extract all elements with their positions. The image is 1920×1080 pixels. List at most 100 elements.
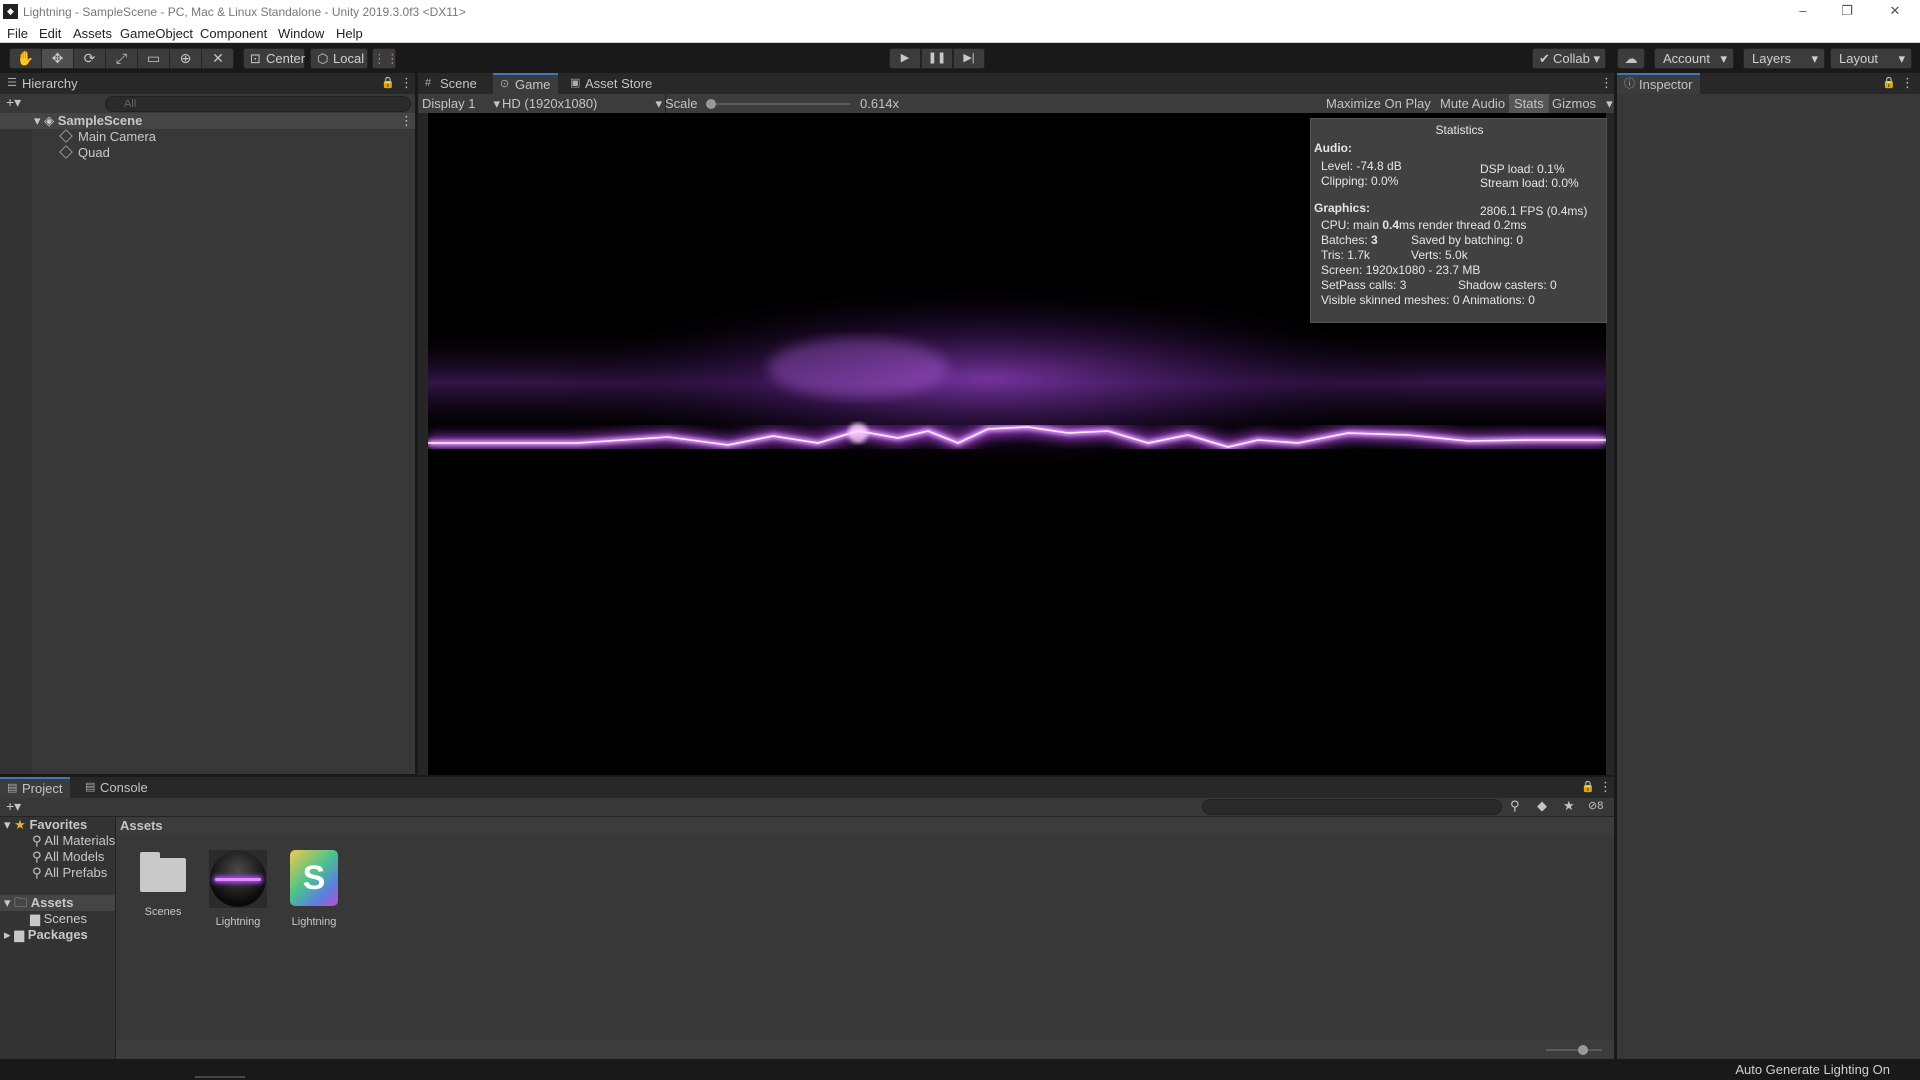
game-view-toolbar: Display 1 ▾ HD (1920x1080) ▾ Scale 0.614x … — [418, 94, 1614, 113]
play-icon[interactable]: ▶ — [889, 48, 921, 69]
asset-item[interactable]: Scenes — [128, 850, 198, 918]
layers-dropdown[interactable]: Layers ▾ — [1743, 48, 1825, 69]
asset-label: Scenes — [144, 906, 182, 918]
favorite-item[interactable]: ⚲ All Models — [32, 849, 104, 865]
gameobject-icon — [59, 145, 73, 159]
project-panel: +▾ ⚲ ◆ ★ ⊘8 ▾ ★ Favorites ⚲ All Material… — [0, 798, 1614, 1059]
add-icon[interactable]: +▾ — [6, 798, 21, 815]
tab-scene[interactable]: # Scene — [418, 73, 485, 94]
gameobject-icon — [59, 129, 73, 143]
stats-skinned: Visible skinned meshes: 0 Animations: 0 — [1321, 293, 1535, 307]
kebab-menu-icon[interactable]: ⋮ — [1901, 75, 1914, 91]
hand-tool-icon[interactable]: ✋ — [10, 49, 42, 68]
add-icon[interactable]: +▾ — [6, 94, 21, 111]
menu-gameobject[interactable]: GameObject — [120, 26, 193, 41]
restore-icon[interactable]: ❐ — [1827, 3, 1867, 19]
collab-dropdown[interactable]: ✔ Collab ▾ — [1532, 48, 1606, 69]
folder-open-icon: 🗀 — [14, 895, 28, 910]
lock-icon[interactable]: 🔒 — [1581, 780, 1595, 793]
menu-edit[interactable]: Edit — [39, 26, 61, 41]
close-icon[interactable]: ✕ — [1875, 3, 1915, 19]
menu-file[interactable]: File — [7, 26, 28, 41]
favorite-item[interactable]: ⚲ All Materials — [32, 833, 115, 849]
maximize-on-play-toggle[interactable]: Maximize On Play — [1326, 96, 1431, 111]
center-tabbar: # Scene ⊙ Game ▣ Asset Store ⋮ — [418, 73, 1614, 94]
folder-icon: ▤ — [7, 782, 18, 794]
gizmos-dropdown[interactable]: Gizmos ▾ — [1552, 96, 1613, 112]
pivot-toggle[interactable]: ⊡ Center — [243, 48, 305, 69]
asset-item[interactable]: S Lightning — [279, 850, 349, 928]
star-icon[interactable]: ★ — [1563, 798, 1575, 814]
statistics-overlay: Statistics Audio: Level: -74.8 dB DSP lo… — [1310, 118, 1607, 323]
packages-row[interactable]: ▸ ▆ Packages — [4, 927, 88, 943]
tab-project[interactable]: ▤ Project — [0, 777, 71, 798]
display-dropdown[interactable]: Display 1 ▾ — [422, 96, 500, 112]
kebab-menu-icon[interactable]: ⋮ — [1599, 779, 1612, 795]
account-dropdown[interactable]: Account ▾ — [1654, 48, 1734, 69]
space-toggle[interactable]: ⬡ Local — [310, 48, 368, 69]
label-icon[interactable]: ◆ — [1537, 798, 1547, 814]
lock-icon[interactable]: 🔒 — [1882, 76, 1896, 89]
asset-label: Lightning — [291, 916, 337, 928]
kebab-menu-icon[interactable]: ⋮ — [400, 75, 413, 91]
custom-tool-icon[interactable]: ✕ — [202, 49, 234, 68]
stats-toggle[interactable]: Stats — [1509, 94, 1549, 113]
rect-tool-icon[interactable]: ▭ — [138, 49, 170, 68]
menu-help[interactable]: Help — [336, 26, 363, 41]
stats-cpu-label: CPU: main — [1321, 218, 1383, 232]
menu-component[interactable]: Component — [200, 26, 267, 41]
folder-row[interactable]: ▆ Scenes — [30, 911, 87, 927]
rotate-tool-icon[interactable]: ⟳ — [74, 49, 106, 68]
slider-knob[interactable] — [706, 99, 716, 109]
cloud-icon[interactable]: ☁ — [1617, 48, 1645, 69]
packages-label: Packages — [27, 927, 88, 942]
tab-game[interactable]: ⊙ Game — [493, 73, 559, 94]
filter-type-icon[interactable]: ⚲ — [1510, 798, 1520, 814]
hierarchy-panel: +▾ All ▾ ◈ SampleScene ⋮ Main Camera Qua… — [0, 94, 415, 774]
icon-size-slider[interactable] — [1546, 1045, 1602, 1055]
minimize-icon[interactable]: – — [1783, 3, 1823, 18]
breadcrumb-assets[interactable]: Assets — [120, 818, 163, 833]
move-tool-icon[interactable]: ✥ — [42, 49, 74, 68]
hierarchy-tab-label: Hierarchy — [22, 76, 78, 91]
favorites-row[interactable]: ▾ ★ Favorites — [4, 817, 87, 833]
stats-level: Level: -74.8 dB — [1321, 159, 1402, 173]
step-icon[interactable]: ▶| — [953, 48, 985, 69]
tab-inspector[interactable]: ⓘ Inspector — [1617, 73, 1701, 94]
grid-snap-icon[interactable]: ⋮⋮ — [372, 48, 399, 69]
asset-item[interactable]: Lightning — [203, 850, 273, 928]
favorite-label: All Materials — [44, 833, 116, 848]
menu-assets[interactable]: Assets — [73, 26, 112, 41]
hierarchy-search-input[interactable]: All — [105, 96, 411, 112]
transform-tool-icon[interactable]: ⊕ — [170, 49, 202, 68]
hidden-packages-toggle[interactable]: ⊘8 — [1588, 799, 1603, 812]
lock-icon[interactable]: 🔒 — [381, 76, 395, 89]
pause-icon[interactable]: ❚❚ — [921, 48, 953, 69]
favorite-item[interactable]: ⚲ All Prefabs — [32, 865, 107, 881]
search-icon: ⚲ — [32, 865, 45, 880]
display-label: Display 1 — [422, 96, 476, 111]
shader-icon: S — [290, 850, 338, 906]
assets-row[interactable]: ▾ 🗀 Assets — [0, 895, 115, 911]
resolution-dropdown[interactable]: HD (1920x1080) ▾ — [502, 96, 662, 111]
kebab-menu-icon[interactable]: ⋮ — [400, 113, 413, 129]
slider-knob[interactable] — [1578, 1045, 1588, 1055]
hierarchy-item[interactable]: Main Camera — [59, 129, 156, 145]
tab-console[interactable]: ▤ Console — [78, 777, 156, 798]
tab-hierarchy[interactable]: ☰ Hierarchy — [0, 73, 86, 94]
scale-slider[interactable] — [706, 99, 850, 109]
window-title: Lightning - SampleScene - PC, Mac & Linu… — [23, 5, 466, 19]
tab-asset-store[interactable]: ▣ Asset Store — [563, 73, 660, 94]
scene-row[interactable]: ▾ ◈ SampleScene ⋮ — [0, 113, 415, 129]
scale-value: 0.614x — [860, 96, 900, 111]
menu-bar: File Edit Assets GameObject Component Wi… — [0, 24, 1920, 43]
status-text[interactable]: Auto Generate Lighting On — [1735, 1062, 1890, 1077]
layout-dropdown[interactable]: Layout ▾ — [1830, 48, 1912, 69]
menu-window[interactable]: Window — [278, 26, 324, 41]
project-search-input[interactable] — [1202, 799, 1502, 815]
local-space-icon: ⬡ — [317, 51, 329, 66]
kebab-menu-icon[interactable]: ⋮ — [1600, 75, 1613, 91]
mute-audio-toggle[interactable]: Mute Audio — [1440, 96, 1505, 111]
scale-tool-icon[interactable]: ⤢ — [106, 49, 138, 68]
hierarchy-item[interactable]: Quad — [59, 145, 110, 161]
